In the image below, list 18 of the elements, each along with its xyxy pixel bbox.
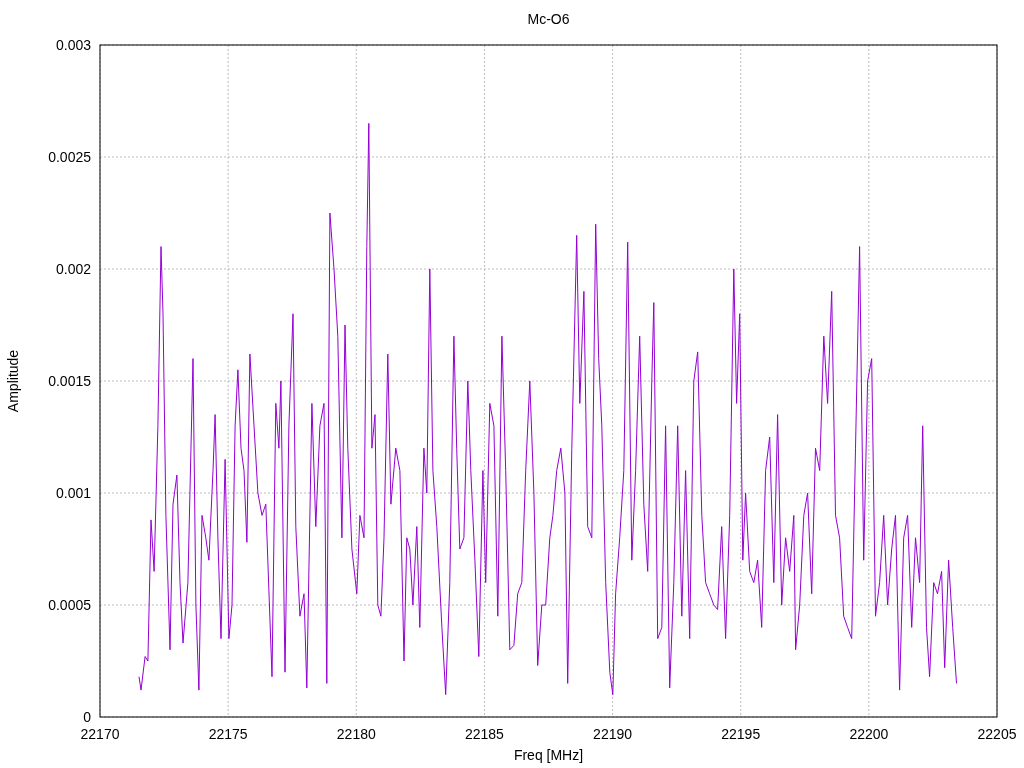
tick-label: 0.0025 bbox=[48, 149, 91, 165]
tick-label: 0.0015 bbox=[48, 373, 91, 389]
tick-label: 0.003 bbox=[55, 37, 91, 53]
tick-label: 0.002 bbox=[55, 261, 91, 277]
tick-label: 22195 bbox=[721, 726, 761, 742]
chart-title: Mc-O6 bbox=[527, 11, 570, 27]
x-axis-label: Freq [MHz] bbox=[513, 747, 584, 763]
tick-label: 0 bbox=[83, 709, 91, 725]
tick-label: 22170 bbox=[80, 726, 120, 742]
tick-label: 22190 bbox=[593, 726, 633, 742]
tick-label: 0.0005 bbox=[48, 597, 91, 613]
tick-label: 22185 bbox=[464, 726, 504, 742]
tick-label: 0.001 bbox=[55, 485, 91, 501]
y-axis-label: Amplitude bbox=[5, 349, 21, 413]
tick-label: 22200 bbox=[849, 726, 889, 742]
tick-label: 22205 bbox=[977, 726, 1017, 742]
tick-label: 22180 bbox=[336, 726, 376, 742]
tick-label: 22175 bbox=[208, 726, 248, 742]
